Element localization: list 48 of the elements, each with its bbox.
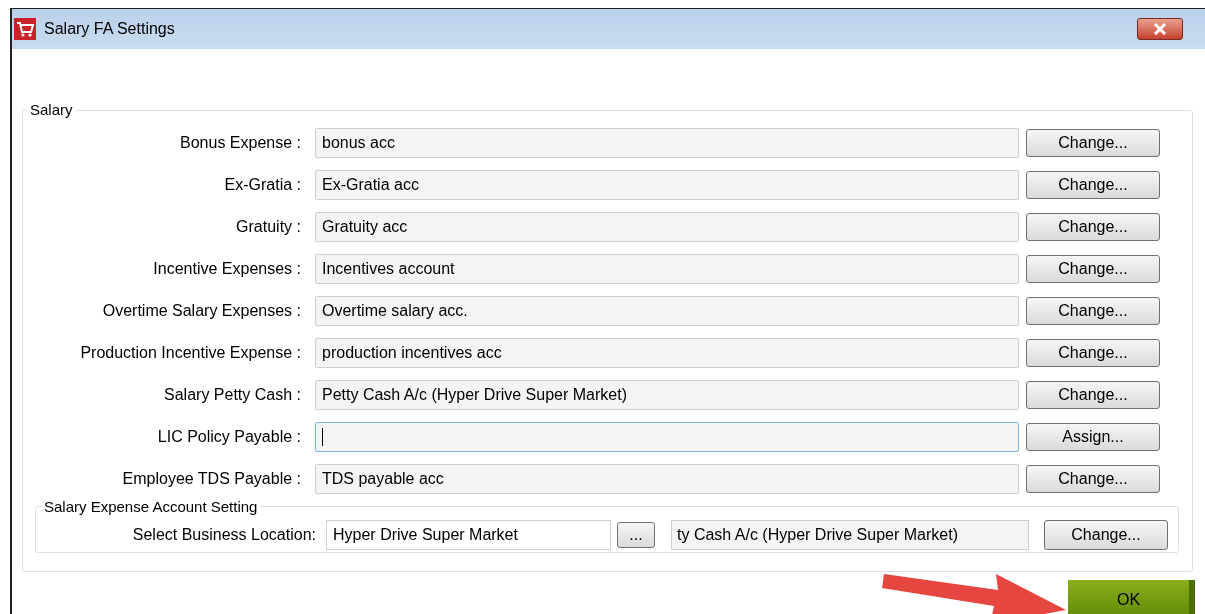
text-caret: [322, 427, 323, 446]
account-field[interactable]: Petty Cash A/c (Hyper Drive Super Market): [315, 379, 1019, 410]
field-label: LIC Policy Payable :: [156, 426, 302, 447]
field-value: bonus acc: [322, 132, 395, 153]
window-title: Salary FA Settings: [44, 19, 175, 39]
account-field[interactable]: Ex-Gratia acc: [315, 169, 1019, 200]
change-button[interactable]: Change...: [1026, 380, 1160, 409]
change-button[interactable]: Assign...: [1026, 422, 1160, 451]
field-label: Ex-Gratia :: [223, 174, 302, 195]
group-title: Salary: [29, 100, 74, 120]
field-value: production incentives acc: [322, 342, 502, 363]
field-label: Salary Petty Cash :: [163, 384, 302, 405]
browse-button[interactable]: ...: [617, 522, 655, 548]
change-button[interactable]: Change...: [1026, 212, 1160, 241]
account-field[interactable]: bonus acc: [315, 127, 1019, 158]
account-field[interactable]: Overtime salary acc.: [315, 295, 1019, 326]
account-field[interactable]: ty Cash A/c (Hyper Drive Super Market): [671, 520, 1029, 550]
field-value: TDS payable acc: [322, 468, 444, 489]
account-field[interactable]: Incentives account: [315, 253, 1019, 284]
field-label: Incentive Expenses :: [152, 258, 302, 279]
change-button[interactable]: Change...: [1026, 464, 1160, 493]
field-value: Ex-Gratia acc: [322, 174, 419, 195]
field-label: Bonus Expense :: [179, 132, 302, 153]
change-button[interactable]: Change...: [1026, 128, 1160, 157]
field-label: Select Business Location:: [131, 525, 317, 545]
field-label: Overtime Salary Expenses :: [101, 300, 302, 321]
change-button[interactable]: Change...: [1026, 254, 1160, 283]
change-button[interactable]: Change...: [1026, 338, 1160, 367]
group-title: Salary Expense Account Setting: [43, 496, 259, 517]
field-value: Petty Cash A/c (Hyper Drive Super Market): [322, 384, 627, 405]
field-value: Overtime salary acc.: [322, 300, 468, 321]
field-value: Gratuity acc: [322, 216, 408, 237]
location-field[interactable]: Hyper Drive Super Market: [326, 520, 611, 550]
change-button[interactable]: Change...: [1044, 520, 1168, 550]
account-field[interactable]: [315, 421, 1019, 452]
ok-button[interactable]: OK: [1068, 580, 1195, 614]
close-icon: [1152, 23, 1168, 35]
account-field[interactable]: Gratuity acc: [315, 211, 1019, 242]
change-button[interactable]: Change...: [1026, 170, 1160, 199]
change-button[interactable]: Change...: [1026, 296, 1160, 325]
account-field[interactable]: TDS payable acc: [315, 463, 1019, 494]
account-field[interactable]: production incentives acc: [315, 337, 1019, 368]
field-label: Gratuity :: [235, 216, 302, 237]
field-label: Employee TDS Payable :: [121, 468, 302, 489]
shopping-cart-icon: [14, 18, 36, 40]
close-button[interactable]: [1137, 18, 1183, 40]
field-label: Production Incentive Expense :: [79, 342, 302, 363]
field-value: Incentives account: [322, 258, 455, 279]
